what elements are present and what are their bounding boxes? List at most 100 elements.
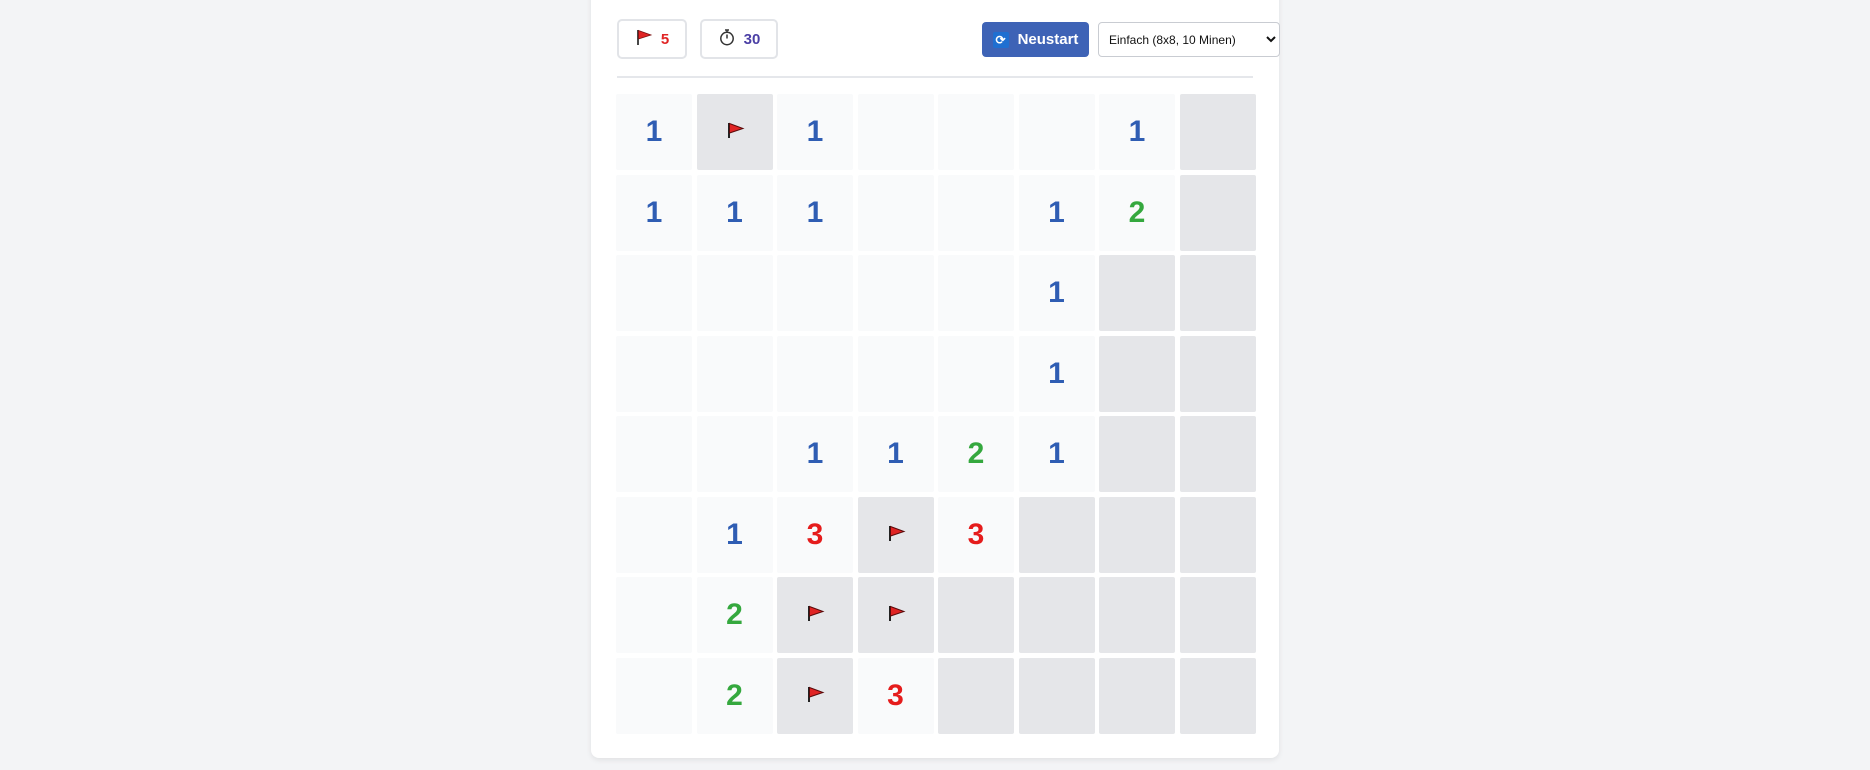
game-panel: 5 30 ⟳ Neustart Einfach (8x8, 10 Minen) … bbox=[591, 0, 1280, 758]
flag-counter: 5 bbox=[617, 19, 687, 59]
cell-hidden[interactable] bbox=[1179, 657, 1256, 734]
cell-hidden[interactable] bbox=[1099, 657, 1175, 734]
cell-number[interactable]: 2 bbox=[1099, 174, 1175, 251]
cell-number[interactable]: 1 bbox=[1018, 416, 1095, 492]
cell-number[interactable]: 1 bbox=[777, 416, 853, 492]
cell-revealed-empty[interactable] bbox=[938, 335, 1014, 412]
cell-number-value: 1 bbox=[1048, 195, 1065, 229]
cell-revealed-empty[interactable] bbox=[938, 174, 1014, 251]
timer-counter: 30 bbox=[700, 19, 778, 59]
cell-hidden[interactable] bbox=[1179, 174, 1256, 251]
cell-number-value: 3 bbox=[887, 678, 904, 712]
cell-revealed-empty[interactable] bbox=[616, 496, 692, 573]
cell-hidden[interactable] bbox=[1018, 657, 1095, 734]
cell-number-value: 2 bbox=[967, 437, 985, 470]
difficulty-select[interactable]: Einfach (8x8, 10 Minen) bbox=[1098, 22, 1280, 57]
cell-revealed-empty[interactable] bbox=[857, 255, 934, 331]
cell-flagged[interactable] bbox=[696, 94, 773, 170]
cell-hidden[interactable] bbox=[1179, 255, 1256, 331]
cell-number[interactable]: 1 bbox=[616, 174, 692, 251]
cell-hidden[interactable] bbox=[1179, 577, 1256, 653]
cell-number[interactable]: 1 bbox=[1018, 335, 1095, 412]
cell-flagged[interactable] bbox=[777, 657, 853, 734]
cell-hidden[interactable] bbox=[938, 577, 1014, 653]
cell-number-value: 2 bbox=[726, 598, 743, 631]
cell-number-value: 2 bbox=[726, 678, 743, 712]
elapsed-time: 30 bbox=[743, 30, 761, 48]
cell-number-value: 1 bbox=[1048, 276, 1065, 309]
cell-revealed-empty[interactable] bbox=[616, 335, 692, 412]
flag-icon bbox=[885, 518, 907, 552]
cell-number[interactable]: 1 bbox=[777, 174, 853, 251]
cell-hidden[interactable] bbox=[1099, 577, 1175, 653]
cell-revealed-empty[interactable] bbox=[938, 255, 1014, 331]
refresh-icon: ⟳ bbox=[992, 31, 1009, 48]
cell-revealed-empty[interactable] bbox=[696, 255, 773, 331]
cell-revealed-empty[interactable] bbox=[616, 416, 692, 492]
cell-flagged[interactable] bbox=[857, 577, 934, 653]
cell-number[interactable]: 1 bbox=[616, 94, 692, 170]
cell-hidden[interactable] bbox=[1099, 255, 1175, 331]
cell-hidden[interactable] bbox=[1099, 335, 1175, 412]
cell-hidden[interactable] bbox=[1018, 577, 1095, 653]
toolbar: 5 30 ⟳ Neustart Einfach (8x8, 10 Minen) bbox=[617, 19, 1280, 61]
flag-icon bbox=[885, 598, 907, 632]
cell-number-value: 1 bbox=[887, 437, 904, 470]
restart-label: Neustart bbox=[1017, 31, 1079, 48]
cell-revealed-empty[interactable] bbox=[696, 335, 773, 412]
cell-revealed-empty[interactable] bbox=[616, 577, 692, 653]
flag-icon bbox=[804, 598, 826, 632]
cell-number[interactable]: 1 bbox=[1099, 94, 1175, 170]
stopwatch-icon bbox=[718, 28, 736, 50]
cell-number-value: 3 bbox=[967, 517, 985, 551]
cell-flagged[interactable] bbox=[857, 496, 934, 573]
cell-number-value: 3 bbox=[806, 517, 824, 551]
cell-number-value: 1 bbox=[726, 517, 743, 551]
cell-hidden[interactable] bbox=[1179, 94, 1256, 170]
cell-number-value: 1 bbox=[806, 437, 824, 470]
cell-number[interactable]: 2 bbox=[938, 416, 1014, 492]
cell-flagged[interactable] bbox=[777, 577, 853, 653]
cell-hidden[interactable] bbox=[1179, 335, 1256, 412]
cell-number[interactable]: 3 bbox=[777, 496, 853, 573]
cell-number[interactable]: 2 bbox=[696, 657, 773, 734]
restart-button[interactable]: ⟳ Neustart bbox=[982, 22, 1089, 57]
cell-revealed-empty[interactable] bbox=[857, 94, 934, 170]
cell-revealed-empty[interactable] bbox=[777, 335, 853, 412]
flag-icon bbox=[724, 115, 746, 149]
cell-number-value: 1 bbox=[806, 195, 824, 229]
cell-number[interactable]: 3 bbox=[857, 657, 934, 734]
cell-hidden[interactable] bbox=[1099, 416, 1175, 492]
cell-number-value: 1 bbox=[726, 195, 743, 229]
minefield-grid: 1 1 1 1 1 1 1 2 1 1 1 1 2 1 1 3 3 2 2 3 bbox=[616, 94, 1256, 734]
cell-number[interactable]: 1 bbox=[1018, 255, 1095, 331]
cell-number[interactable]: 1 bbox=[696, 174, 773, 251]
cell-hidden[interactable] bbox=[938, 657, 1014, 734]
divider bbox=[617, 76, 1253, 78]
cell-revealed-empty[interactable] bbox=[616, 657, 692, 734]
cell-number-value: 1 bbox=[645, 115, 663, 148]
cell-hidden[interactable] bbox=[1179, 416, 1256, 492]
cell-number[interactable]: 1 bbox=[696, 496, 773, 573]
cell-revealed-empty[interactable] bbox=[857, 174, 934, 251]
cell-revealed-empty[interactable] bbox=[938, 94, 1014, 170]
flag-icon bbox=[804, 679, 826, 713]
cell-hidden[interactable] bbox=[1179, 496, 1256, 573]
cell-revealed-empty[interactable] bbox=[1018, 94, 1095, 170]
cell-hidden[interactable] bbox=[1099, 496, 1175, 573]
cell-number-value: 1 bbox=[1048, 356, 1065, 390]
cell-number-value: 1 bbox=[806, 115, 824, 148]
cell-revealed-empty[interactable] bbox=[616, 255, 692, 331]
cell-revealed-empty[interactable] bbox=[857, 335, 934, 412]
cell-number-value: 1 bbox=[645, 195, 663, 229]
cell-revealed-empty[interactable] bbox=[696, 416, 773, 492]
cell-revealed-empty[interactable] bbox=[777, 255, 853, 331]
cell-number[interactable]: 2 bbox=[696, 577, 773, 653]
cell-hidden[interactable] bbox=[1018, 496, 1095, 573]
cell-number-value: 2 bbox=[1128, 195, 1146, 229]
cell-number[interactable]: 1 bbox=[1018, 174, 1095, 251]
flag-count: 5 bbox=[660, 30, 670, 48]
cell-number[interactable]: 1 bbox=[777, 94, 853, 170]
cell-number[interactable]: 3 bbox=[938, 496, 1014, 573]
cell-number[interactable]: 1 bbox=[857, 416, 934, 492]
